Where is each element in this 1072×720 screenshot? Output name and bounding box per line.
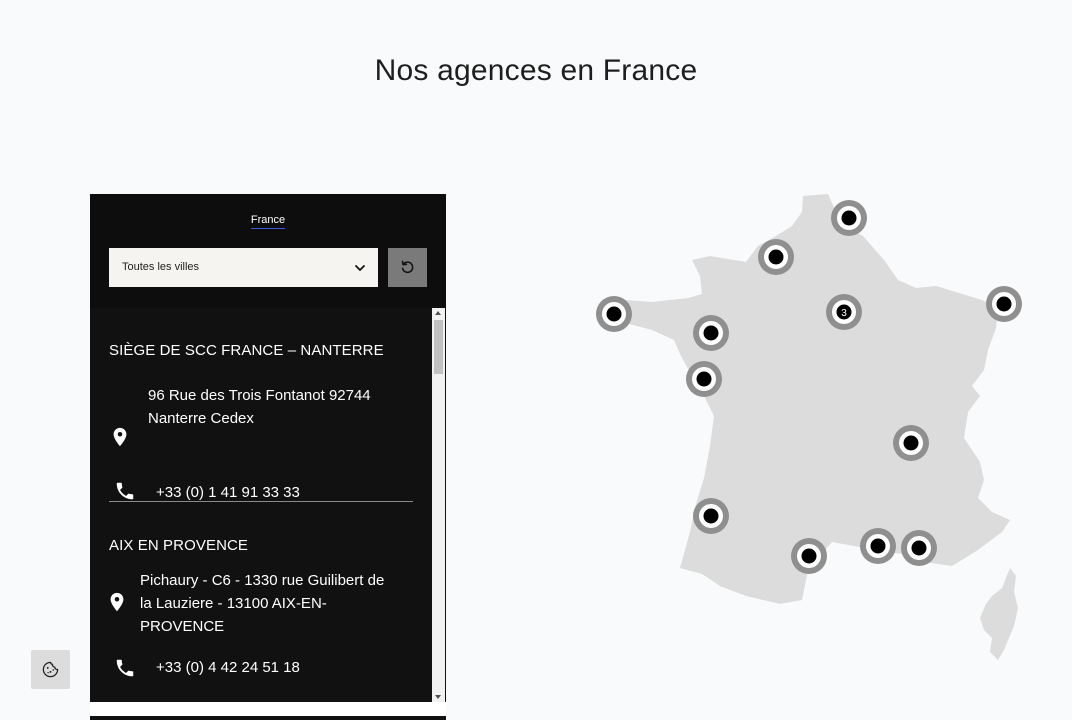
reset-filter-button[interactable]: [388, 248, 427, 287]
address-line: 96 Rue des Trois Fontanot 92744: [148, 387, 371, 404]
address-line: la Lauziere - 13100 AIX-EN-: [140, 595, 327, 612]
tab-france[interactable]: France: [90, 214, 446, 229]
scroll-down-arrow[interactable]: [435, 695, 441, 699]
agency-list[interactable]: SIÈGE DE SCC FRANCE – NANTERRE 96 Rue de…: [90, 308, 432, 702]
address-line: Pichaury - C6 - 1330 rue Guilibert de: [140, 572, 385, 589]
agency-item: AIX EN PROVENCE Pichaury - C6 - 1330 rue…: [109, 537, 413, 702]
agencies-page: Nos agences en France France Toutes les …: [0, 0, 1072, 720]
cookie-icon: [42, 661, 59, 678]
map-marker-rouen[interactable]: [758, 239, 794, 275]
map-marker-aix-en-provence[interactable]: [901, 530, 937, 566]
cluster-count: 3: [841, 308, 847, 319]
map-marker-lille[interactable]: [831, 200, 867, 236]
corsica: [980, 568, 1018, 660]
scrollbar-thumb[interactable]: [434, 320, 443, 374]
france-map: 3: [596, 194, 1022, 660]
agency-item: SIÈGE DE SCC FRANCE – NANTERRE 96 Rue de…: [109, 342, 413, 501]
agency-address: Pichaury - C6 - 1330 rue Guilibert de la…: [140, 569, 384, 638]
page-title: Nos agences en France: [374, 54, 698, 87]
map-marker-nantes[interactable]: [686, 361, 722, 397]
phone-icon: [116, 659, 134, 677]
list-scrollbar[interactable]: [432, 308, 445, 702]
address-line: Nanterre Cedex: [148, 410, 254, 427]
agency-panel: France Toutes les villes SIÈGE DE SCC FR…: [90, 194, 446, 720]
city-select-value: Toutes les villes: [122, 261, 200, 273]
agency-name: AIX EN PROVENCE: [109, 537, 249, 554]
map-marker-strasbourg[interactable]: [986, 286, 1022, 322]
location-pin-icon: [113, 427, 127, 447]
map-marker-bordeaux[interactable]: [693, 498, 729, 534]
divider: [109, 501, 413, 502]
agency-name: SIÈGE DE SCC FRANCE – NANTERRE: [109, 342, 384, 359]
reset-icon: [401, 260, 414, 274]
city-select[interactable]: Toutes les villes: [109, 248, 378, 287]
address-line: PROVENCE: [140, 618, 225, 635]
map-marker-brest[interactable]: [596, 296, 632, 332]
cookie-settings-button[interactable]: [31, 650, 70, 689]
map-marker-toulouse[interactable]: [791, 538, 827, 574]
scroll-up-arrow[interactable]: [435, 311, 441, 315]
panel-gap: [90, 702, 446, 716]
next-panel-edge: [90, 716, 446, 720]
phone-icon: [116, 482, 134, 500]
tab-france-label: France: [250, 214, 286, 229]
agency-address: 96 Rue des Trois Fontanot 92744 Nanterre…: [148, 384, 371, 430]
map-marker-cluster-paris[interactable]: 3: [826, 294, 862, 330]
agency-phone[interactable]: +33 (0) 4 42 24 51 18: [156, 659, 300, 676]
agency-phone[interactable]: +33 (0) 1 41 91 33 33: [156, 484, 300, 501]
location-pin-icon: [110, 592, 124, 612]
map-marker-montpellier[interactable]: [860, 528, 896, 564]
map-marker-lyon[interactable]: [893, 425, 929, 461]
chevron-down-icon: [355, 265, 365, 271]
panel-header: France Toutes les villes: [90, 194, 446, 308]
map-marker-rennes[interactable]: [693, 315, 729, 351]
